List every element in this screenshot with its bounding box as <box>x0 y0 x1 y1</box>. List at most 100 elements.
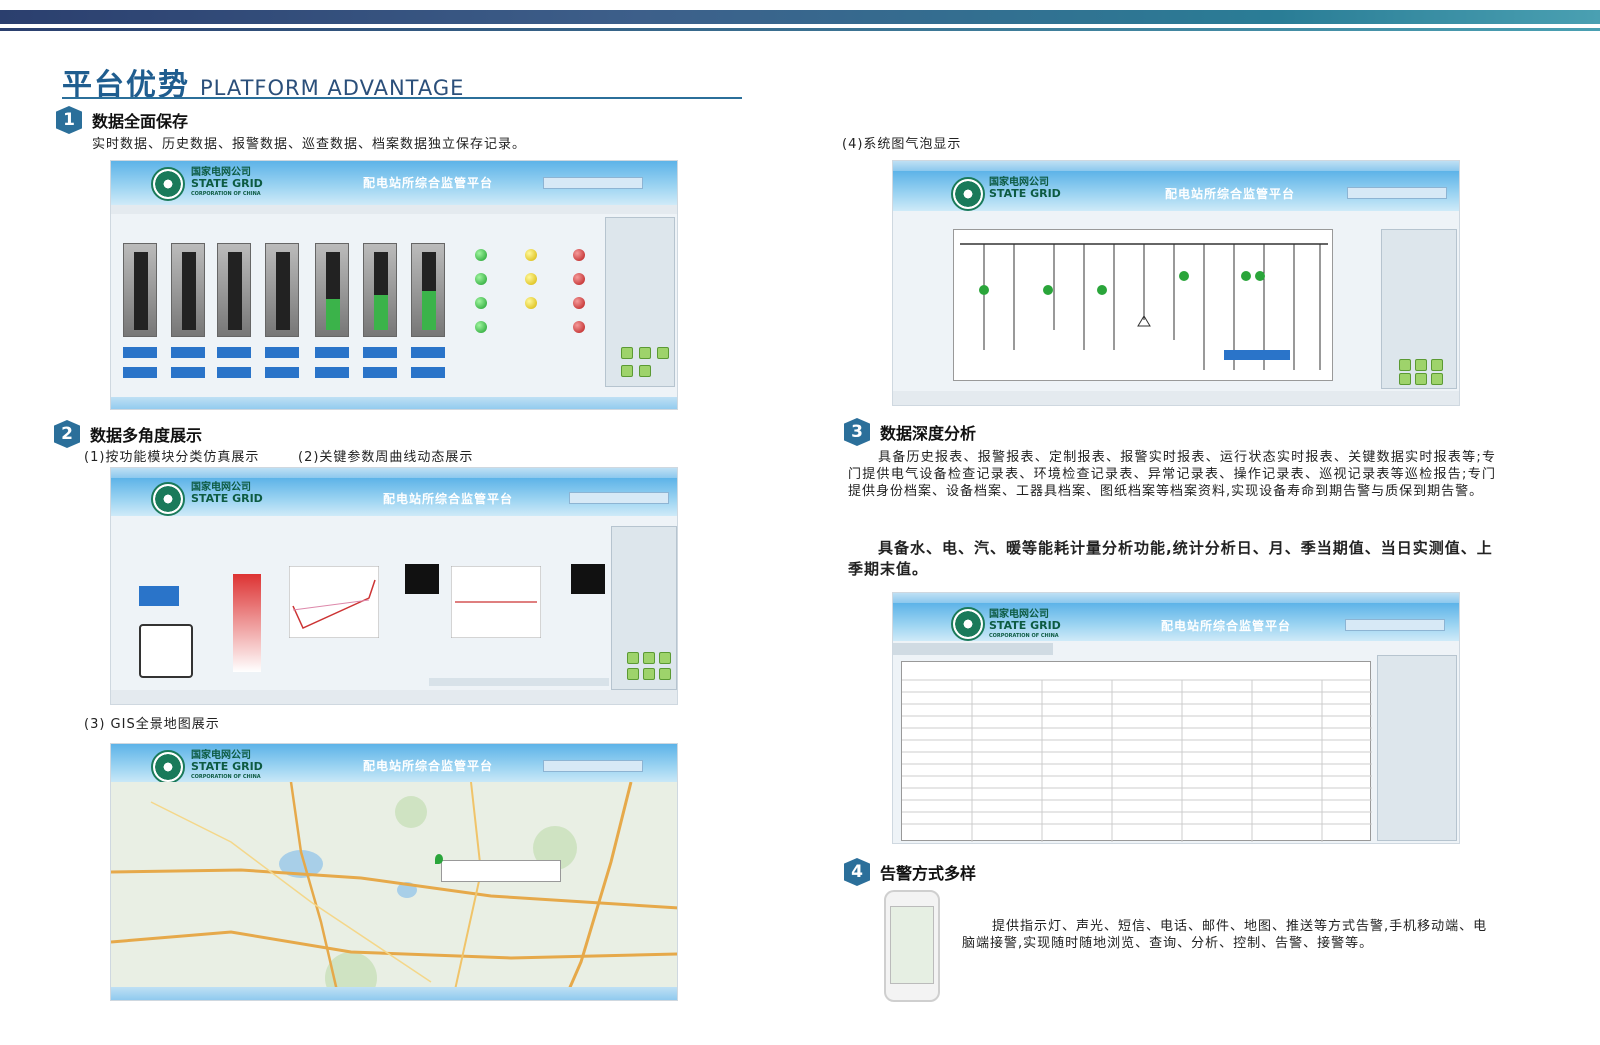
voltage-curve-chart <box>289 566 379 638</box>
date-box <box>543 760 643 772</box>
current-curve-chart <box>451 566 541 638</box>
section-number: 2 <box>54 420 80 448</box>
gis-map[interactable] <box>111 782 677 1000</box>
query-bar <box>111 690 677 704</box>
mobile-phone-image <box>884 890 940 1002</box>
section-2-header: 2 数据多角度展示 <box>54 420 202 448</box>
screenshot-curves: 国家电网公司 STATE GRID 配电站所综合监管平台 <box>110 467 678 705</box>
readout <box>217 367 251 378</box>
app-title: 配电站所综合监管平台 <box>383 492 514 506</box>
section-4-header: 4 告警方式多样 <box>844 858 976 886</box>
state-grid-logo-icon <box>951 177 985 211</box>
control-button[interactable] <box>659 668 671 680</box>
section-3-paragraph-2: 具备水、电、汽、暖等能耗计量分析功能,统计分析日、月、季当期值、当日实测值、上季… <box>848 539 1493 578</box>
map-pin-icon[interactable] <box>435 854 443 864</box>
report-tabs[interactable] <box>893 643 1053 655</box>
top-banner <box>0 0 1600 34</box>
readout <box>217 347 251 358</box>
readout <box>315 367 349 378</box>
section-4-desc: 提供指示灯、声光、短信、电话、邮件、地图、推送等方式告警,手机移动端、电脑端接警… <box>962 919 1488 951</box>
top-nav <box>893 593 1459 603</box>
subheading-2: (2)关键参数周曲线动态展示 <box>298 450 474 465</box>
station-info-panel <box>611 526 677 690</box>
date-box <box>1345 619 1445 631</box>
query-bar <box>893 391 1459 405</box>
app-title: 配电站所综合监管平台 <box>363 759 494 773</box>
station-popup <box>441 860 561 882</box>
control-button[interactable] <box>639 347 651 359</box>
logo-text: 国家电网公司 STATE GRID <box>989 177 1061 200</box>
readout <box>363 367 397 378</box>
power-display <box>139 586 179 606</box>
meter <box>265 243 299 337</box>
control-button[interactable] <box>621 365 633 377</box>
subheading-4: (4)系统图气泡显示 <box>842 137 962 152</box>
meter <box>217 243 251 337</box>
control-button[interactable] <box>1399 359 1411 371</box>
readout <box>123 367 157 378</box>
readout <box>411 347 445 358</box>
phone-screen <box>890 906 934 984</box>
section-1-desc: 实时数据、历史数据、报警数据、巡查数据、档案数据独立保存记录。 <box>92 137 527 152</box>
page-title: 平台优势 PLATFORM ADVANTAGE <box>62 60 464 103</box>
section-heading: 数据多角度展示 <box>90 426 203 445</box>
top-nav <box>111 468 677 478</box>
device-tabs[interactable] <box>429 678 609 686</box>
readout <box>363 347 397 358</box>
control-button[interactable] <box>1415 373 1427 385</box>
control-button[interactable] <box>659 652 671 664</box>
app-title: 配电站所综合监管平台 <box>363 176 494 190</box>
control-button[interactable] <box>1399 373 1411 385</box>
digital-meter <box>571 564 605 594</box>
readout <box>265 367 299 378</box>
subheading-1: (1)按功能模块分类仿真展示 <box>84 450 260 465</box>
screenshot-system-diagram: 国家电网公司 STATE GRID 配电站所综合监管平台 <box>892 160 1460 406</box>
section-heading: 数据深度分析 <box>880 424 977 443</box>
status-led <box>573 297 585 309</box>
map-roads <box>111 782 677 1000</box>
section-number: 4 <box>844 858 870 886</box>
state-grid-logo-icon <box>151 482 185 516</box>
section-number: 1 <box>56 106 82 134</box>
status-led <box>525 297 537 309</box>
status-led <box>525 273 537 285</box>
logo-text: 国家电网公司 STATE GRID <box>191 482 263 505</box>
section-heading: 告警方式多样 <box>880 864 977 883</box>
readout <box>265 347 299 358</box>
app-title: 配电站所综合监管平台 <box>1165 187 1296 201</box>
logo-text: 国家电网公司 STATE GRID CORPORATION OF CHINA <box>191 167 263 197</box>
control-button[interactable] <box>1431 373 1443 385</box>
title-underline <box>62 97 742 99</box>
control-button[interactable] <box>657 347 669 359</box>
state-grid-logo-icon <box>951 607 985 641</box>
thermometer-bar <box>233 574 261 672</box>
status-led <box>525 249 537 261</box>
control-button[interactable] <box>1431 359 1443 371</box>
control-button[interactable] <box>621 347 633 359</box>
status-led <box>475 321 487 333</box>
meter <box>123 243 157 337</box>
status-led <box>475 297 487 309</box>
section-number: 3 <box>844 418 870 446</box>
control-button[interactable] <box>639 365 651 377</box>
control-button[interactable] <box>643 652 655 664</box>
control-button[interactable] <box>1415 359 1427 371</box>
report-table <box>901 661 1372 842</box>
section-heading: 数据全面保存 <box>92 112 189 131</box>
meter <box>171 243 205 337</box>
meter <box>363 243 397 337</box>
control-button[interactable] <box>627 668 639 680</box>
date-box <box>543 177 643 189</box>
bottom-nav <box>111 987 677 1000</box>
single-line-diagram[interactable] <box>953 229 1333 381</box>
filter-bar <box>111 205 677 214</box>
app-title: 配电站所综合监管平台 <box>1161 619 1292 633</box>
status-led <box>475 273 487 285</box>
control-button[interactable] <box>643 668 655 680</box>
meter <box>411 243 445 337</box>
subheading-3: (3) GIS全景地图展示 <box>84 717 220 732</box>
status-led <box>573 249 585 261</box>
control-button[interactable] <box>627 652 639 664</box>
screenshot-gis-map: 国家电网公司 STATE GRID CORPORATION OF CHINA 配电站… <box>110 743 678 1001</box>
date-box <box>569 492 669 504</box>
